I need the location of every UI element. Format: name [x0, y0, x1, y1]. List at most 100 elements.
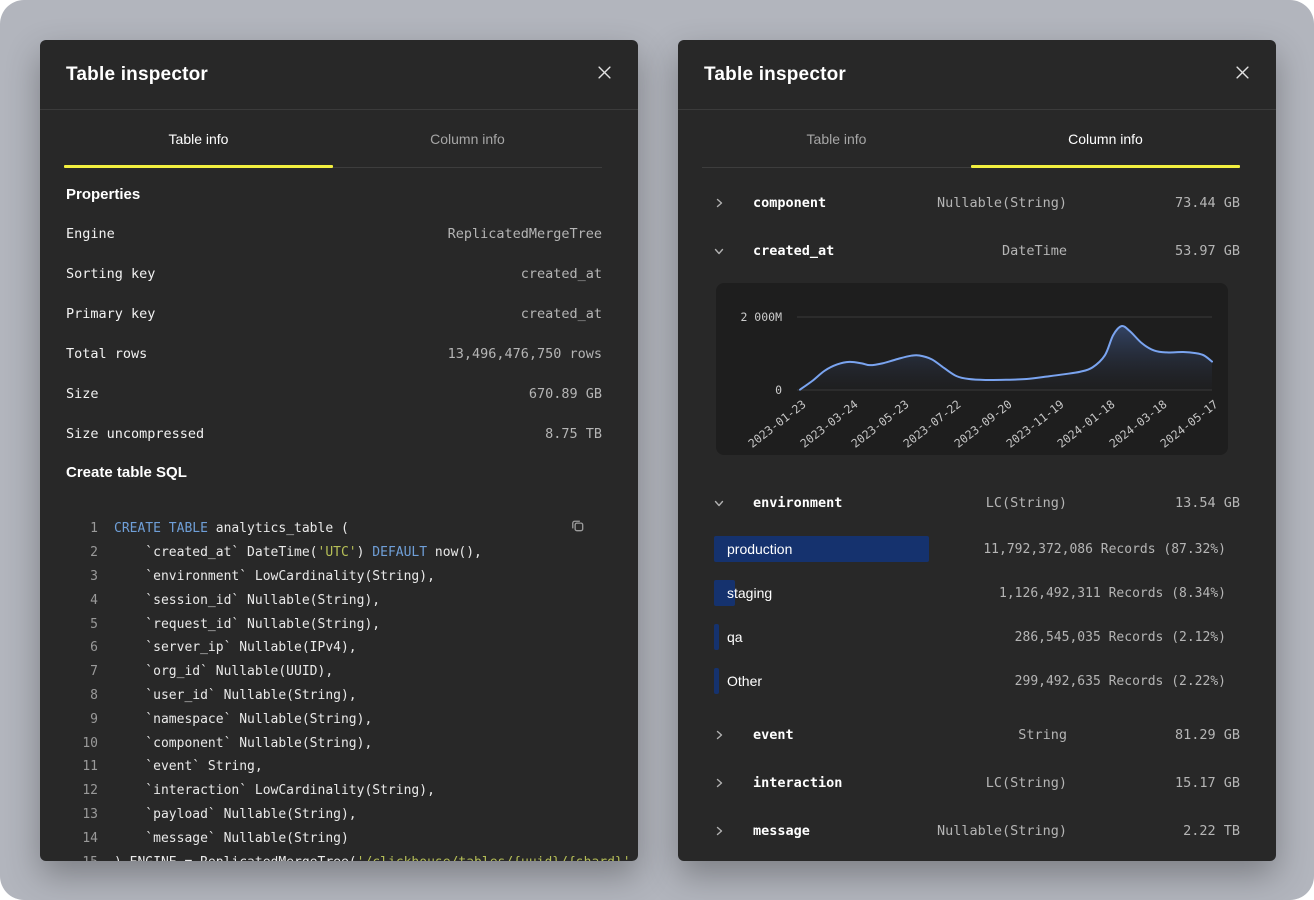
table-inspector-modal-right: Table inspector Table info Column info c… [678, 40, 1276, 861]
copy-icon [569, 517, 586, 539]
close-button[interactable] [594, 65, 614, 85]
created-at-distribution-chart: 2 000M 0 2023-01-23 2023-03-24 2023-05-2… [716, 283, 1228, 455]
code-line: 2 `created_at` DateTime('UTC') DEFAULT n… [40, 541, 638, 565]
distribution-row-qa: qa 286,545,035 Records (2.12%) [714, 615, 1226, 659]
property-value: 8.75 TB [545, 426, 602, 442]
distribution-records: 299,492,635 Records (2.22%) [960, 674, 1226, 689]
code-line: 4 `session_id` Nullable(String), [40, 588, 638, 612]
column-type: String [1018, 727, 1067, 743]
property-value: created_at [521, 266, 602, 282]
column-row-environment[interactable]: environment LC(String) 13.54 GB [714, 479, 1240, 527]
code-line: 6 `server_ip` Nullable(IPv4), [40, 636, 638, 660]
tab-bar: Table info Column info [64, 110, 602, 168]
screenshot-stage: Table inspector Table info Column info P… [0, 0, 1314, 900]
chevron-down-icon [714, 246, 728, 256]
y-axis-label-zero: 0 [716, 383, 782, 397]
chevron-right-icon [714, 778, 728, 788]
chevron-right-icon [714, 730, 728, 740]
close-button[interactable] [1232, 65, 1252, 85]
code-line: 14 `message` Nullable(String) [40, 826, 638, 850]
property-label: Engine [66, 226, 115, 242]
tab-column-info[interactable]: Column info [971, 110, 1240, 168]
distribution-row-other: Other 299,492,635 Records (2.22%) [714, 659, 1226, 703]
column-size: 13.54 GB [1067, 495, 1240, 511]
line-number: 1 [66, 521, 98, 536]
column-type: LC(String) [986, 495, 1067, 511]
distribution-row-staging: staging 1,126,492,311 Records (8.34%) [714, 571, 1226, 615]
column-size: 53.97 GB [1067, 243, 1240, 259]
distribution-label: staging [727, 585, 772, 601]
column-size: 2.22 TB [1067, 823, 1240, 839]
code-line: 7 `org_id` Nullable(UUID), [40, 660, 638, 684]
column-name: event [753, 727, 1018, 743]
column-type: Nullable(String) [937, 823, 1067, 839]
distribution-row-production: production 11,792,372,086 Records (87.32… [714, 527, 1226, 571]
line-number: 5 [66, 617, 98, 632]
code-line: 1CREATE TABLE analytics_table ( [40, 517, 638, 541]
property-label: Primary key [66, 306, 155, 322]
code-line: 8 `user_id` Nullable(String), [40, 684, 638, 708]
code-line: 11 `event` String, [40, 755, 638, 779]
sql-code-block: 1CREATE TABLE analytics_table ( 2 `creat… [40, 517, 638, 861]
copy-button[interactable] [566, 517, 588, 539]
column-row-created-at[interactable]: created_at DateTime 53.97 GB [714, 227, 1240, 275]
column-row-message[interactable]: message Nullable(String) 2.22 TB [714, 807, 1240, 855]
distribution-bar [714, 624, 719, 650]
column-size: 73.44 GB [1067, 195, 1240, 211]
create-table-sql-heading: Create table SQL [66, 458, 612, 488]
column-row-interaction[interactable]: interaction LC(String) 15.17 GB [714, 759, 1240, 807]
line-number: 4 [66, 593, 98, 608]
property-value: created_at [521, 306, 602, 322]
property-row: Size uncompressed 8.75 TB [66, 414, 602, 454]
property-label: Size [66, 386, 99, 402]
column-name: component [753, 195, 937, 211]
property-value: ReplicatedMergeTree [448, 226, 602, 242]
distribution-label: production [727, 541, 792, 557]
distribution-label: qa [727, 629, 743, 645]
distribution-records: 11,792,372,086 Records (87.32%) [960, 542, 1226, 557]
property-row: Primary key created_at [66, 294, 602, 334]
line-number: 10 [66, 736, 98, 751]
distribution-records: 1,126,492,311 Records (8.34%) [960, 586, 1226, 601]
modal-header: Table inspector [678, 40, 1276, 110]
tab-bar: Table info Column info [702, 110, 1240, 168]
distribution-records: 286,545,035 Records (2.12%) [960, 630, 1226, 645]
line-number: 9 [66, 712, 98, 727]
code-line: 13 `payload` Nullable(String), [40, 803, 638, 827]
column-row-event[interactable]: event String 81.29 GB [714, 711, 1240, 759]
line-number: 14 [66, 831, 98, 846]
column-name: environment [753, 495, 986, 511]
property-value: 13,496,476,750 rows [448, 346, 602, 362]
tab-column-info[interactable]: Column info [333, 110, 602, 168]
chevron-down-icon [714, 498, 728, 508]
distribution-label: Other [727, 673, 762, 689]
code-line: 9 `namespace` Nullable(String), [40, 707, 638, 731]
tab-table-info[interactable]: Table info [64, 110, 333, 168]
line-number: 8 [66, 688, 98, 703]
column-type: LC(String) [986, 775, 1067, 791]
code-line: 10 `component` Nullable(String), [40, 731, 638, 755]
column-type: DateTime [1002, 243, 1067, 259]
property-value: 670.89 GB [529, 386, 602, 402]
modal-header: Table inspector [40, 40, 638, 110]
tab-table-info[interactable]: Table info [702, 110, 971, 168]
property-row: Size 670.89 GB [66, 374, 602, 414]
column-size: 15.17 GB [1067, 775, 1240, 791]
close-icon [598, 66, 611, 84]
column-row-component[interactable]: component Nullable(String) 73.44 GB [714, 179, 1240, 227]
property-row: Total rows 13,496,476,750 rows [66, 334, 602, 374]
property-label: Size uncompressed [66, 426, 204, 442]
column-name: created_at [753, 243, 1002, 259]
chevron-right-icon [714, 826, 728, 836]
property-label: Total rows [66, 346, 147, 362]
line-number: 3 [66, 569, 98, 584]
line-number: 7 [66, 664, 98, 679]
property-row: Sorting key created_at [66, 254, 602, 294]
line-number: 13 [66, 807, 98, 822]
modal-title: Table inspector [704, 64, 846, 86]
chevron-right-icon [714, 198, 728, 208]
code-line: 3 `environment` LowCardinality(String), [40, 565, 638, 589]
line-number: 11 [66, 759, 98, 774]
line-number: 2 [66, 545, 98, 560]
y-axis-label-2000m: 2 000M [716, 310, 782, 324]
